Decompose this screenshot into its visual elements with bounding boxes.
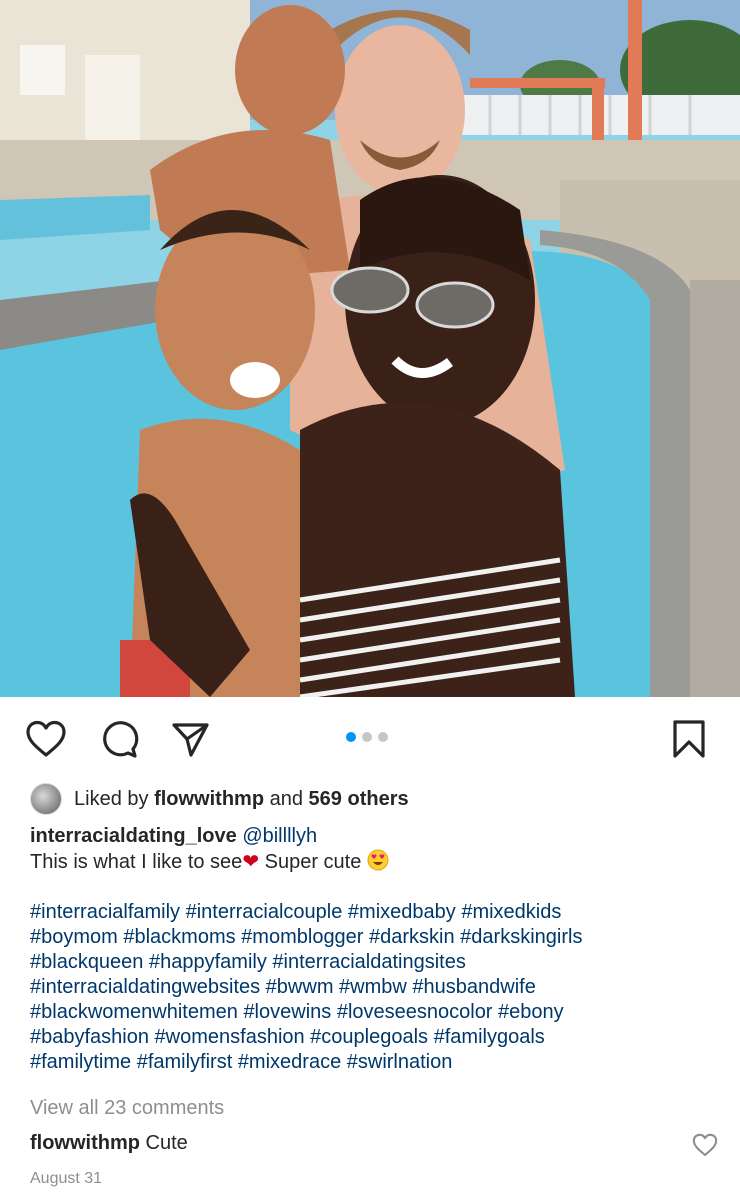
hashtag-line[interactable]: #blackqueen #happyfamily #interracialdat… — [30, 950, 720, 975]
post-photo-illustration — [0, 0, 740, 697]
hashtag-line[interactable]: #interracialfamily #interracialcouple #m… — [30, 900, 720, 925]
share-button[interactable] — [168, 717, 212, 761]
red-heart-emoji: ❤ — [242, 851, 260, 873]
caption-hashtags: #interracialfamily #interracialcouple #m… — [30, 900, 720, 1075]
hashtag-line[interactable]: #familytime #familyfirst #mixedrace #swi… — [30, 1050, 720, 1075]
post-date: August 31 — [30, 1170, 103, 1187]
post-photo[interactable] — [0, 0, 740, 697]
heart-eyes-emoji-icon — [367, 849, 389, 871]
carousel-dot — [362, 732, 372, 742]
caption-text-tail: Super cute — [259, 851, 362, 873]
liked-by-user[interactable]: flowwithmp — [154, 788, 264, 811]
caption-mention[interactable]: @billllyh — [242, 825, 317, 847]
likes-others-count[interactable]: 569 others — [309, 788, 409, 811]
paper-plane-icon — [172, 723, 209, 757]
comment-bubble-icon — [103, 721, 139, 758]
save-button[interactable] — [667, 717, 711, 761]
hashtag-line[interactable]: #babyfashion #womensfashion #couplegoals… — [30, 1025, 720, 1050]
liked-by-prefix: Liked by — [74, 787, 149, 810]
likes-summary: Liked by flowwithmp and 569 others — [30, 783, 409, 815]
comment-button[interactable] — [97, 717, 141, 761]
avatar[interactable] — [30, 783, 62, 815]
bookmark-icon — [673, 720, 705, 758]
carousel-dot — [378, 732, 388, 742]
hashtag-line[interactable]: #boymom #blackmoms #momblogger #darkskin… — [30, 925, 720, 950]
heart-outline-icon — [26, 720, 66, 757]
post-caption: interracialdating_love @billllyh This is… — [30, 824, 720, 1075]
comment-username[interactable]: flowwithmp — [30, 1132, 140, 1154]
carousel-indicator — [346, 732, 388, 742]
top-comment: flowwithmp Cute — [30, 1132, 720, 1155]
post-action-bar — [0, 697, 740, 781]
view-all-comments-link[interactable]: View all 23 comments — [30, 1097, 224, 1120]
like-button[interactable] — [24, 717, 68, 761]
hashtag-line[interactable]: #blackwomenwhitemen #lovewins #loveseesn… — [30, 1000, 720, 1025]
comment-like-button[interactable] — [692, 1133, 718, 1159]
heart-outline-icon — [692, 1133, 718, 1156]
carousel-dot-active — [346, 732, 356, 742]
caption-username[interactable]: interracialdating_love — [30, 825, 237, 847]
hashtag-line[interactable]: #interracialdatingwebsites #bwwm #wmbw #… — [30, 975, 720, 1000]
liked-by-conjunction: and — [269, 787, 303, 810]
caption-text: This is what I like to see — [30, 851, 243, 873]
comment-text: Cute — [145, 1132, 188, 1154]
